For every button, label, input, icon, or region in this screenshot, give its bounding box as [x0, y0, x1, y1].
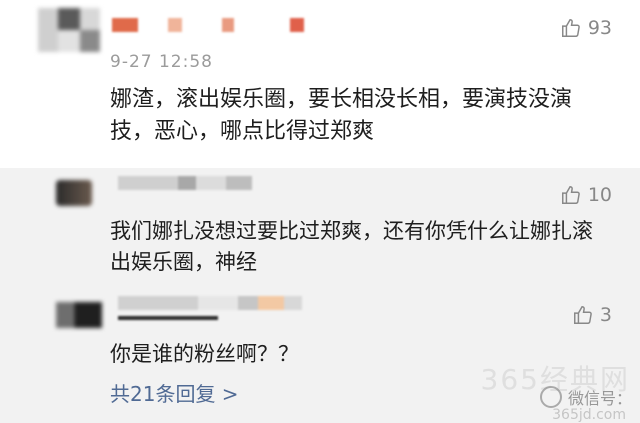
like-count: 10	[587, 184, 612, 206]
like-button[interactable]: 93	[560, 17, 612, 39]
avatar[interactable]	[56, 180, 92, 206]
username-redacted[interactable]	[118, 176, 252, 190]
username-redacted[interactable]	[118, 296, 302, 310]
like-button[interactable]: 3	[572, 304, 612, 326]
comment-text: 娜渣，滚出娱乐圈，要长相没长相，要演技没演技，恶心，哪点比得过郑爽	[110, 87, 573, 144]
wechat-icon	[539, 386, 562, 408]
reply-text: 你是谁的粉丝啊？？	[110, 342, 299, 366]
avatar[interactable]	[38, 8, 100, 52]
like-button[interactable]: 10	[560, 184, 612, 206]
like-count: 3	[599, 304, 612, 326]
avatar[interactable]	[56, 302, 102, 328]
wechat-watermark: 微信号：	[539, 385, 632, 409]
view-more-replies-link[interactable]: 共21条回复 >	[110, 378, 239, 407]
watermark-label: 微信号：	[567, 389, 632, 408]
like-count: 93	[587, 17, 612, 39]
watermark-site: 365jd.com	[552, 407, 626, 423]
reply-text: 我们娜扎没想过要比过郑爽，还有你凭什么让娜扎滚出娱乐圈，神经	[110, 219, 593, 274]
comment-timestamp: 9-27 12:58	[110, 52, 213, 72]
username-redacted	[118, 316, 218, 320]
thumbs-up-icon	[573, 306, 592, 324]
thumbs-up-icon	[561, 186, 580, 204]
thumbs-up-icon	[561, 19, 580, 37]
username-redacted[interactable]	[112, 18, 304, 32]
